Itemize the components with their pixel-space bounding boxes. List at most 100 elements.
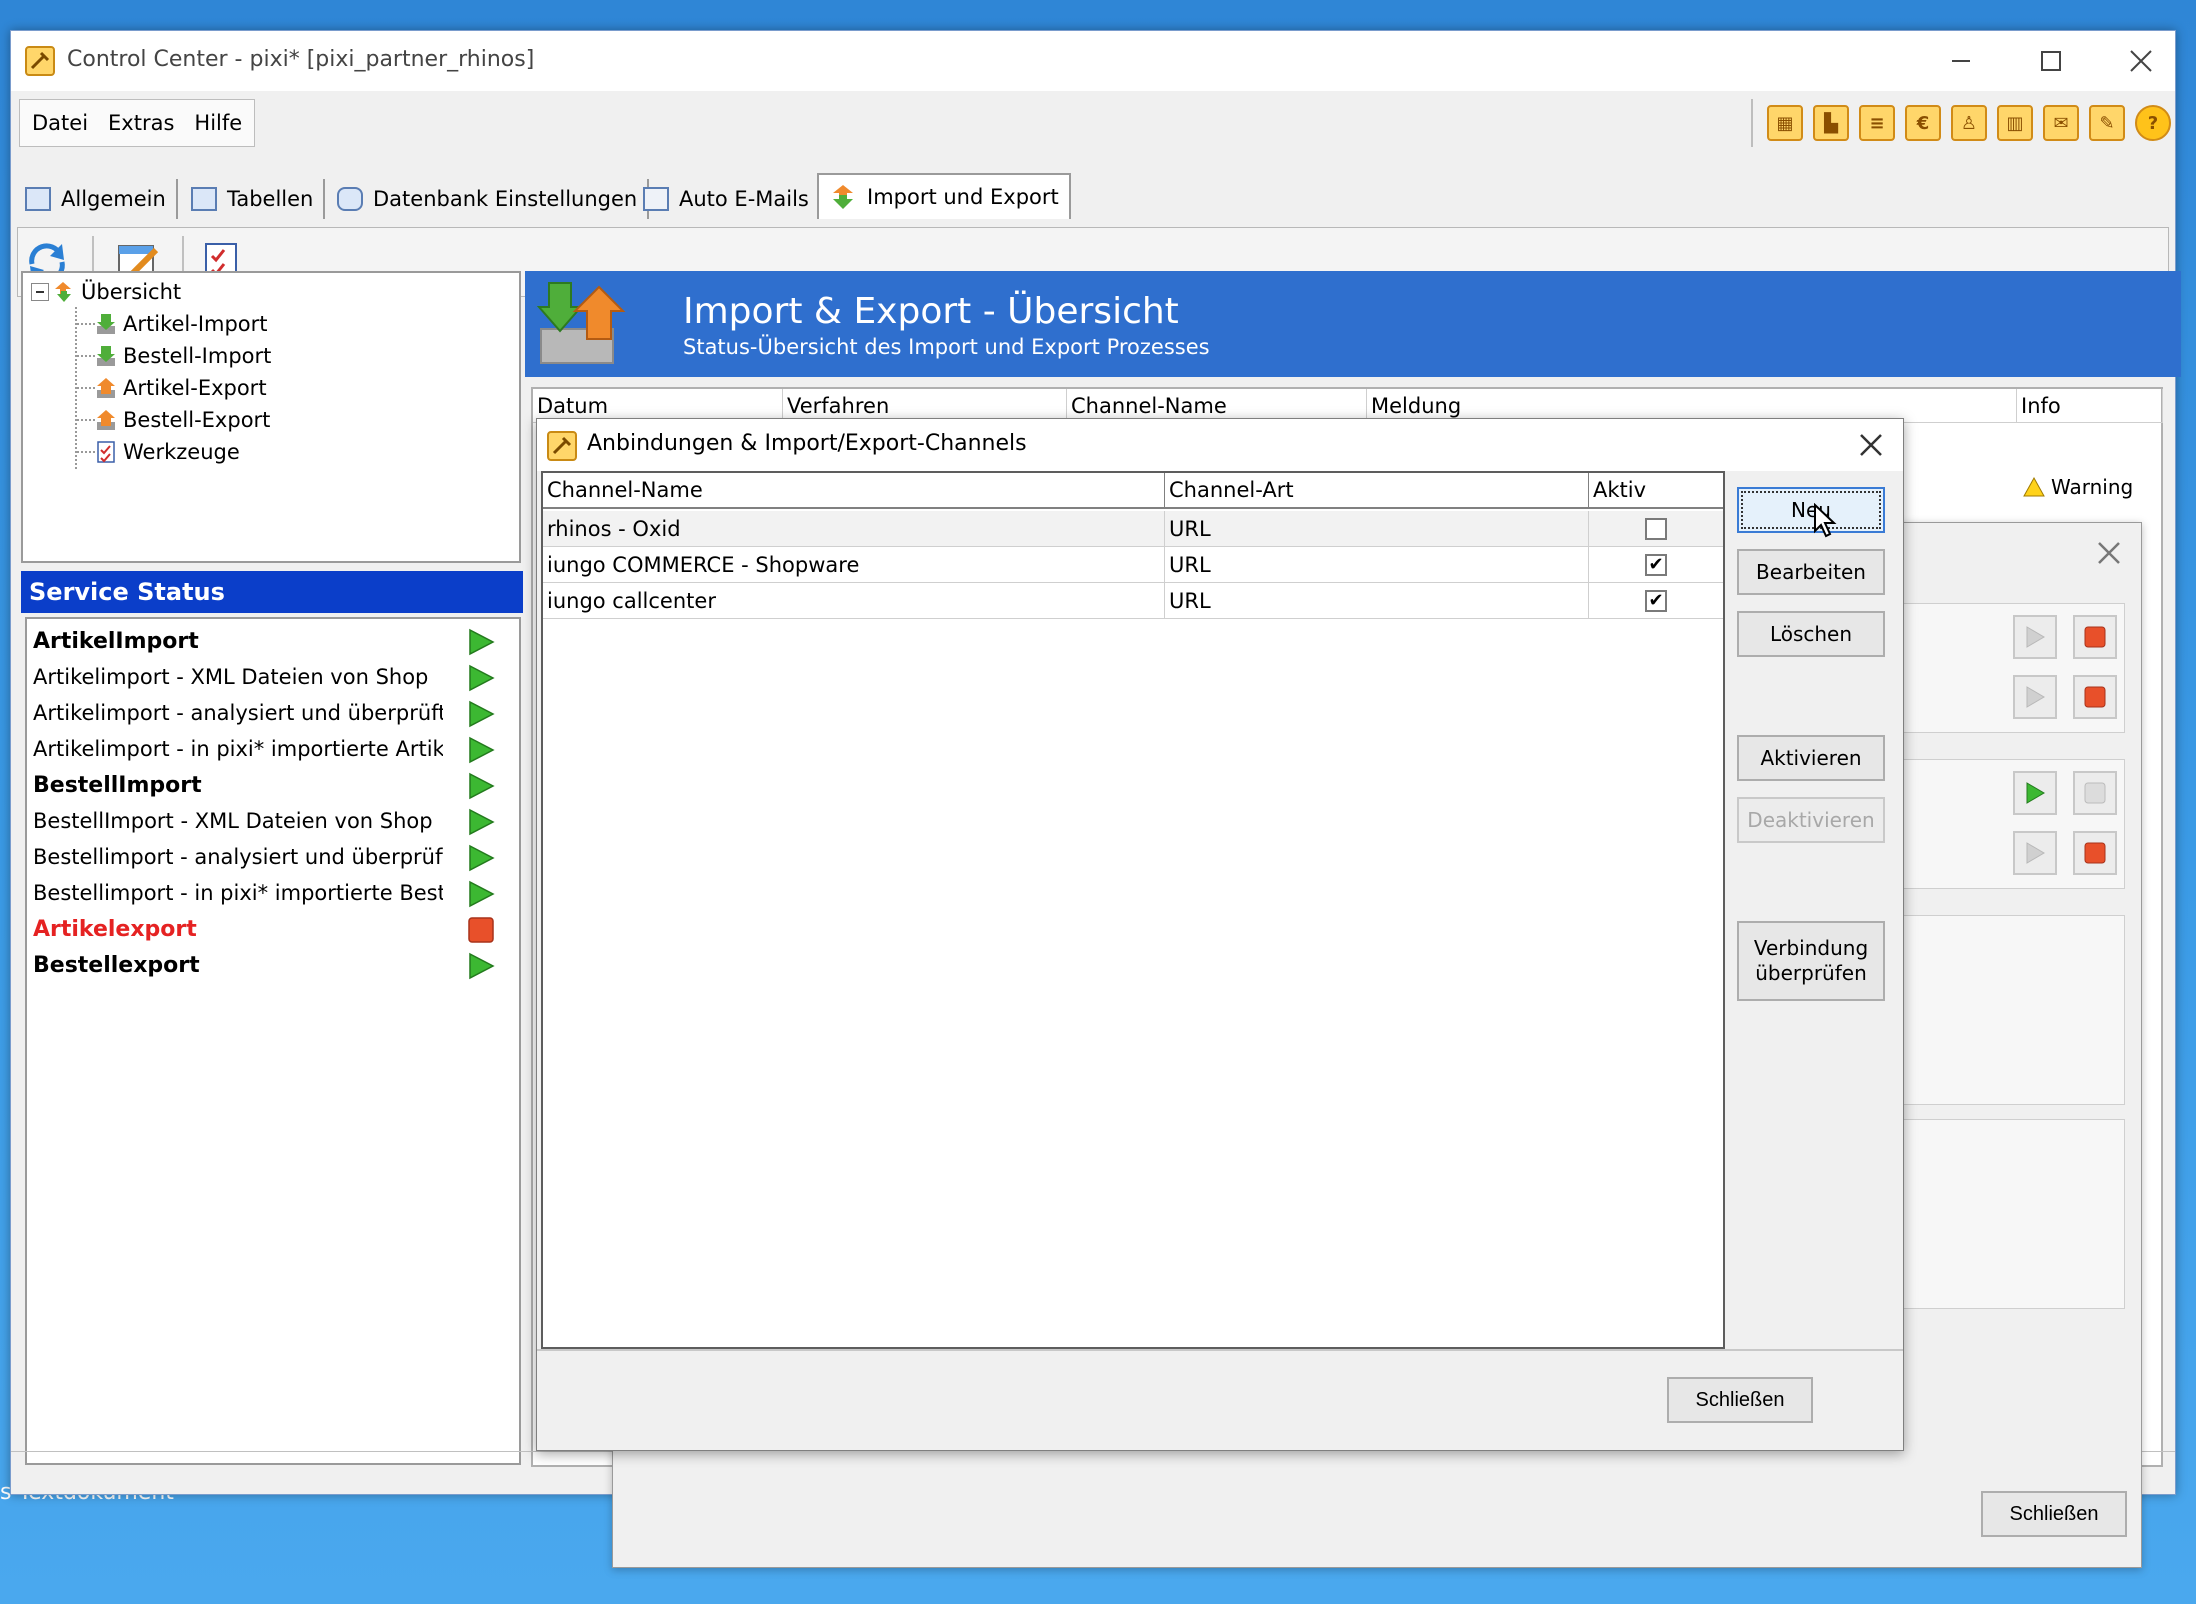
tab-import-und-export[interactable]: Import und Export	[817, 173, 1071, 219]
tree-item-bestell-export[interactable]: Bestell-Export	[95, 405, 270, 435]
navigation-tree: Übersicht Artikel-Import Bestell-Import …	[21, 271, 521, 563]
tree-item-artikel-export[interactable]: Artikel-Export	[95, 373, 267, 403]
euro-icon[interactable]: €	[1905, 105, 1941, 141]
service-row[interactable]: Bestellimport - analysiert und überprüft	[27, 839, 519, 875]
play-icon[interactable]	[467, 736, 495, 764]
stop-button[interactable]	[2073, 615, 2117, 659]
menu-datei[interactable]: Datei	[32, 111, 88, 135]
tab-datenbank-einstellungen[interactable]: Datenbank Einstellungen	[327, 179, 650, 219]
menu-hilfe[interactable]: Hilfe	[194, 111, 242, 135]
channel-table: Channel-Name Channel-Art Aktiv rhinos - …	[541, 471, 1725, 1349]
stop-button[interactable]	[2073, 771, 2117, 815]
column-header-channel-name[interactable]: Channel-Name	[543, 473, 1165, 509]
close-icon[interactable]	[2089, 533, 2129, 573]
play-icon[interactable]	[467, 772, 495, 800]
plugin-icon[interactable]: ✎	[2089, 105, 2125, 141]
close-button[interactable]: Schließen	[1667, 1377, 1813, 1423]
service-row[interactable]: Bestellexport	[27, 947, 519, 983]
service-row[interactable]: Artikelimport - XML Dateien von Shop	[27, 659, 519, 695]
play-icon[interactable]	[467, 880, 495, 908]
button-label-line1: Verbindung	[1753, 936, 1869, 960]
tree-guide	[77, 451, 95, 453]
table-row[interactable]: rhinos - Oxid URL	[543, 511, 1723, 547]
service-row[interactable]: BestellImport	[27, 767, 519, 803]
menu-extras[interactable]: Extras	[108, 111, 174, 135]
tree-label: Übersicht	[81, 280, 182, 304]
table-icon[interactable]: ▦	[1767, 105, 1803, 141]
hierarchy-icon[interactable]: ▙	[1813, 105, 1849, 141]
play-icon[interactable]	[467, 700, 495, 728]
minimize-icon[interactable]	[1931, 41, 1991, 81]
active-checkbox[interactable]	[1645, 517, 1667, 540]
service-status-header: Service Status	[21, 571, 523, 613]
service-label: Artikelimport - analysiert und überprüft	[33, 701, 443, 725]
document-icon[interactable]: ≡	[1859, 105, 1895, 141]
tab-label: Auto E-Mails	[679, 187, 809, 211]
cell-channel-name: iungo COMMERCE - Shopware	[543, 547, 1165, 583]
delete-button[interactable]: Löschen	[1737, 611, 1885, 657]
service-row[interactable]: ArtikelImport	[27, 623, 519, 659]
deactivate-button[interactable]: Deaktivieren	[1737, 797, 1885, 843]
play-icon[interactable]	[467, 808, 495, 836]
close-icon[interactable]	[2111, 41, 2171, 81]
active-checkbox[interactable]: ✔	[1645, 553, 1667, 576]
mail-icon[interactable]: ✉	[2043, 105, 2079, 141]
export-icon	[97, 410, 115, 430]
start-button[interactable]	[2013, 831, 2057, 875]
play-icon[interactable]	[467, 664, 495, 692]
tab-auto-e-mails[interactable]: Auto E-Mails	[633, 179, 821, 219]
service-label: BestellImport - XML Dateien von Shop	[33, 809, 433, 833]
column-header-aktiv[interactable]: Aktiv	[1589, 473, 1723, 509]
tree-guide	[77, 387, 95, 389]
import-icon	[97, 314, 115, 334]
title-bar: Control Center - pixi* [pixi_partner_rhi…	[11, 31, 2175, 91]
mail-icon	[643, 187, 669, 211]
start-button[interactable]	[2013, 615, 2057, 659]
chart-icon[interactable]: ▥	[1997, 105, 2033, 141]
start-button[interactable]	[2013, 675, 2057, 719]
service-status-title: Service Status	[29, 578, 225, 606]
close-button[interactable]: Schließen	[1981, 1491, 2127, 1537]
column-header-info[interactable]: Info	[2017, 389, 2163, 423]
user-icon[interactable]: ♙	[1951, 105, 1987, 141]
tree-item-uebersicht[interactable]: Übersicht	[53, 277, 181, 307]
service-row[interactable]: Artikelexport	[27, 911, 519, 947]
activate-button[interactable]: Aktivieren	[1737, 735, 1885, 781]
tree-item-artikel-import[interactable]: Artikel-Import	[95, 309, 268, 339]
service-row[interactable]: BestellImport - XML Dateien von Shop	[27, 803, 519, 839]
new-button[interactable]: Neu	[1737, 487, 1885, 533]
service-row[interactable]: Artikelimport - in pixi* importierte Art…	[27, 731, 519, 767]
close-icon[interactable]	[1851, 425, 1891, 465]
table-row[interactable]: iungo callcenter URL ✔	[543, 583, 1723, 619]
tab-allgemein[interactable]: Allgemein	[15, 179, 178, 219]
stop-icon[interactable]	[467, 916, 495, 944]
maximize-icon[interactable]	[2021, 41, 2081, 81]
tree-label: Artikel-Export	[123, 376, 267, 400]
column-header-channel-art[interactable]: Channel-Art	[1165, 473, 1589, 509]
service-row[interactable]: Bestellimport - in pixi* importierte Bes…	[27, 875, 519, 911]
table-icon	[191, 187, 217, 211]
service-row[interactable]: Artikelimport - analysiert und überprüft	[27, 695, 519, 731]
tree-item-bestell-import[interactable]: Bestell-Import	[95, 341, 271, 371]
cell-channel-name: rhinos - Oxid	[543, 511, 1165, 547]
tab-tabellen[interactable]: Tabellen	[181, 179, 326, 219]
check-connection-button[interactable]: Verbindung überprüfen	[1737, 921, 1885, 1001]
cell-aktiv: ✔	[1589, 583, 1723, 619]
play-icon[interactable]	[467, 952, 495, 980]
stop-button[interactable]	[2073, 831, 2117, 875]
active-checkbox[interactable]: ✔	[1645, 589, 1667, 612]
edit-button[interactable]: Bearbeiten	[1737, 549, 1885, 595]
tree-label: Artikel-Import	[123, 312, 268, 336]
play-icon[interactable]	[467, 628, 495, 656]
cell-channel-art: URL	[1165, 547, 1589, 583]
start-button[interactable]	[2013, 771, 2057, 815]
table-row[interactable]: iungo COMMERCE - Shopware URL ✔	[543, 547, 1723, 583]
help-icon[interactable]: ?	[2135, 105, 2171, 141]
play-icon[interactable]	[467, 844, 495, 872]
log-row-warning[interactable]: Warning	[2017, 469, 2163, 505]
collapse-icon[interactable]	[31, 283, 49, 301]
tree-item-werkzeuge[interactable]: Werkzeuge	[95, 437, 240, 467]
import-export-icon	[536, 282, 626, 364]
tree-guide	[77, 323, 95, 325]
stop-button[interactable]	[2073, 675, 2117, 719]
